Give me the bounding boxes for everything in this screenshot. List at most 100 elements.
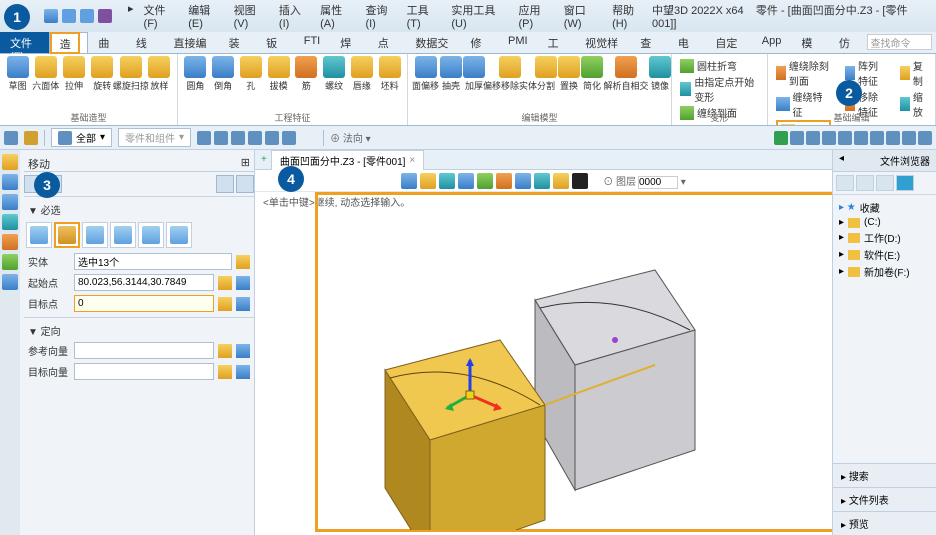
snap-icon[interactable] xyxy=(790,131,804,145)
mode-point-to-point[interactable] xyxy=(54,222,80,248)
mode-frame[interactable] xyxy=(166,222,192,248)
fwd-icon[interactable] xyxy=(856,175,874,191)
parts-select[interactable]: 零件和组件 ▾ xyxy=(118,128,191,147)
tab-icon[interactable] xyxy=(2,154,18,170)
display-icon[interactable] xyxy=(477,173,493,189)
pick-icon[interactable] xyxy=(218,297,232,311)
tab-icon[interactable] xyxy=(2,274,18,290)
display-icon[interactable] xyxy=(420,173,436,189)
tab-icon[interactable] xyxy=(2,254,18,270)
revolve-button[interactable]: 旋转 xyxy=(89,56,116,92)
snap-icon[interactable] xyxy=(822,131,836,145)
tab-mold[interactable]: 模具 xyxy=(791,32,829,53)
view-icon[interactable] xyxy=(214,131,228,145)
menu-item[interactable]: 文件(F) xyxy=(140,0,183,32)
pick-icon[interactable] xyxy=(218,365,232,379)
loft-button[interactable]: 放样 xyxy=(146,56,173,92)
help-icon[interactable] xyxy=(216,175,234,193)
tab-exchange[interactable]: 数据交换 xyxy=(405,32,460,53)
search-accordion[interactable]: ▸ 搜索 xyxy=(833,463,936,487)
box-button[interactable]: 六面体 xyxy=(32,56,59,92)
undo-icon[interactable] xyxy=(62,9,76,23)
menu-item[interactable]: 应用(P) xyxy=(514,0,557,32)
display-icon[interactable] xyxy=(534,173,550,189)
fillet-button[interactable]: 圆角 xyxy=(182,56,209,92)
tab-file[interactable]: 文件(F) xyxy=(0,32,49,53)
split-button[interactable]: 分割 xyxy=(535,56,557,92)
view-icon[interactable] xyxy=(197,131,211,145)
tab-visual[interactable]: 视觉样式 xyxy=(575,32,630,53)
tab-query[interactable]: 查询 xyxy=(630,32,668,53)
scope-select[interactable]: 全部 ▾ xyxy=(51,128,112,147)
up-icon[interactable] xyxy=(876,175,894,191)
bend-link[interactable]: 圆柱折弯 xyxy=(680,58,759,73)
drive-node[interactable]: ▸新加卷(F:) xyxy=(839,263,930,280)
tab-surface[interactable]: 曲面 xyxy=(88,32,126,53)
tab-icon[interactable] xyxy=(2,214,18,230)
snap-icon[interactable] xyxy=(918,131,932,145)
filelist-accordion[interactable]: ▸ 文件列表 xyxy=(833,487,936,511)
menu-item[interactable]: 帮助(H) xyxy=(608,0,652,32)
snap-icon[interactable] xyxy=(838,131,852,145)
tab-sim[interactable]: 仿真 xyxy=(829,32,867,53)
expand-icon[interactable] xyxy=(236,175,254,193)
tab-weld[interactable]: 焊件 xyxy=(330,32,368,53)
refresh-icon[interactable] xyxy=(98,9,112,23)
intersect-button[interactable]: 解析自相交 xyxy=(604,56,648,92)
favorites-node[interactable]: ▸ ★收藏 xyxy=(839,199,930,216)
viewport[interactable]: + 曲面凹面分中.Z3 - [零件001]× ⊙ 图层 ▾ <单击中键>继续, … xyxy=(255,150,832,535)
view-icon[interactable] xyxy=(265,131,279,145)
tab-fti[interactable]: FTI xyxy=(294,32,331,53)
tab-pmi[interactable]: PMI xyxy=(498,32,538,53)
view-icon[interactable] xyxy=(231,131,245,145)
dropdown-icon[interactable] xyxy=(236,276,250,290)
draft-button[interactable]: 拔模 xyxy=(265,56,292,92)
display-icon[interactable] xyxy=(458,173,474,189)
tab-electrode[interactable]: 电极 xyxy=(668,32,706,53)
tab-wireframe[interactable]: 线框 xyxy=(126,32,164,53)
rib-button[interactable]: 筋 xyxy=(293,56,320,92)
display-icon[interactable] xyxy=(496,173,512,189)
snap-icon[interactable] xyxy=(902,131,916,145)
display-icon[interactable] xyxy=(515,173,531,189)
extrude-button[interactable]: 拉伸 xyxy=(60,56,87,92)
shell-button[interactable]: 抽壳 xyxy=(440,56,462,92)
thread-button[interactable]: 螺纹 xyxy=(321,56,348,92)
replace-button[interactable]: 置换 xyxy=(558,56,580,92)
mode-align[interactable] xyxy=(138,222,164,248)
dropdown-icon[interactable] xyxy=(236,365,250,379)
view-icon[interactable] xyxy=(248,131,262,145)
dropdown-icon[interactable] xyxy=(236,297,250,311)
tgtvec-input[interactable] xyxy=(74,363,214,380)
mode-direction[interactable] xyxy=(82,222,108,248)
copy-link[interactable]: 复制 xyxy=(900,58,927,88)
drive-node[interactable]: ▸工作(D:) xyxy=(839,229,930,246)
mode-dynamic[interactable] xyxy=(26,222,52,248)
menu-file[interactable]: ▸ xyxy=(124,0,138,32)
hole-button[interactable]: 孔 xyxy=(238,56,265,92)
tab-direct-edit[interactable]: 直接编辑 xyxy=(163,32,218,53)
start-input[interactable] xyxy=(74,274,214,291)
tab-tools[interactable]: 工具 xyxy=(538,32,576,53)
menu-item[interactable]: 查询(I) xyxy=(361,0,400,32)
deform-link[interactable]: 由指定点开始变形 xyxy=(680,74,759,104)
snap-icon[interactable] xyxy=(854,131,868,145)
target-input[interactable] xyxy=(74,295,214,312)
snap-icon[interactable] xyxy=(886,131,900,145)
filter-icon[interactable] xyxy=(4,131,18,145)
engrave-link[interactable]: 缠绕除刻到面 xyxy=(776,58,831,88)
simplify-button[interactable]: 简化 xyxy=(581,56,603,92)
tab-icon[interactable] xyxy=(2,234,18,250)
tab-sheetmetal[interactable]: 钣金 xyxy=(256,32,294,53)
snap-icon[interactable] xyxy=(870,131,884,145)
dropdown-icon[interactable] xyxy=(236,344,250,358)
offset-button[interactable]: 面偏移 xyxy=(412,56,439,92)
tab-app[interactable]: App xyxy=(752,32,792,53)
menu-item[interactable]: 编辑(E) xyxy=(184,0,227,32)
mode-rotate[interactable] xyxy=(110,222,136,248)
display-icon[interactable] xyxy=(439,173,455,189)
pick-icon[interactable] xyxy=(236,255,250,269)
pick-icon[interactable] xyxy=(218,276,232,290)
required-section[interactable]: ▼ 必选 xyxy=(24,200,254,219)
tab-icon[interactable] xyxy=(2,194,18,210)
